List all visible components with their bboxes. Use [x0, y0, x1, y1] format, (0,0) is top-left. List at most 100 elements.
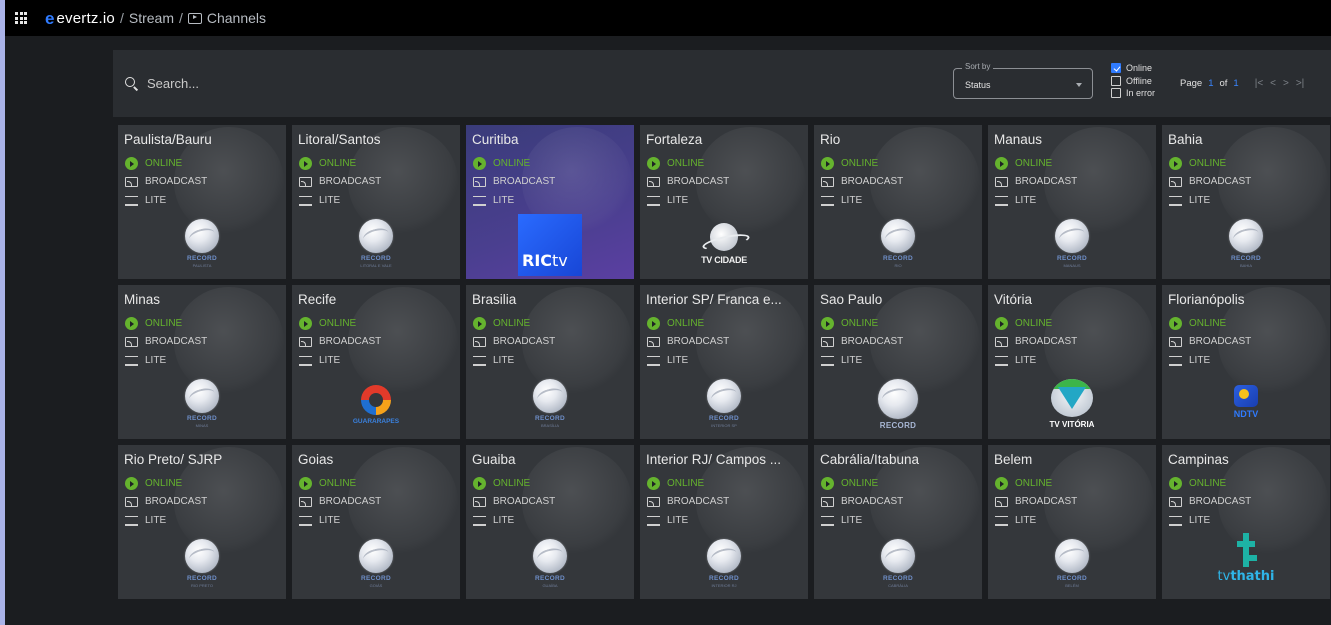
channel-card[interactable]: Litoral/Santos ONLINE BROADCAST LITE RECORD L…: [292, 125, 460, 279]
brand-name[interactable]: evertz.io: [56, 10, 115, 27]
offline-checkbox[interactable]: [1111, 75, 1121, 86]
chevron-down-icon: [1076, 83, 1082, 87]
channel-card[interactable]: Bahia ONLINE BROADCAST LITE RECORD BAHIA: [1162, 125, 1330, 279]
type-text: BROADCAST: [1189, 496, 1252, 507]
channel-card[interactable]: Interior RJ/ Campos ... ONLINE BROADCAST LI…: [640, 445, 808, 599]
cast-icon: [299, 496, 312, 507]
play-circle-icon[interactable]: [299, 317, 312, 330]
tier-text: LITE: [145, 195, 167, 206]
play-circle-icon[interactable]: [125, 477, 138, 490]
channel-card[interactable]: Rio Preto/ SJRP ONLINE BROADCAST LITE RECORD…: [118, 445, 286, 599]
tv-cidade-logo: TV CIDADE: [640, 223, 808, 265]
channel-card[interactable]: Minas ONLINE BROADCAST LITE RECORD MINAS: [118, 285, 286, 439]
tier-row: LITE: [821, 515, 862, 526]
play-circle-icon[interactable]: [647, 157, 660, 170]
play-circle-icon[interactable]: [299, 157, 312, 170]
channel-card[interactable]: Rio ONLINE BROADCAST LITE RECORD RIO: [814, 125, 982, 279]
channel-card[interactable]: Fortaleza ONLINE BROADCAST LITE TV CIDADE: [640, 125, 808, 279]
search-box[interactable]: [125, 76, 945, 91]
lines-icon: [1169, 195, 1182, 206]
type-text: BROADCAST: [1015, 336, 1078, 347]
tier-row: LITE: [821, 355, 862, 366]
play-circle-icon[interactable]: [821, 477, 834, 490]
status-text: ONLINE: [841, 158, 879, 169]
search-input[interactable]: [147, 76, 447, 91]
lines-icon: [647, 195, 660, 206]
channel-name: Florianópolis: [1168, 292, 1245, 307]
channel-card[interactable]: Campinas ONLINE BROADCAST LITE tvthathi: [1162, 445, 1330, 599]
sort-by-select[interactable]: Sort by Status: [953, 62, 1093, 99]
channel-card[interactable]: Sao Paulo ONLINE BROADCAST LITE RECORD: [814, 285, 982, 439]
evertz-logo-icon[interactable]: e: [45, 10, 54, 27]
channel-card[interactable]: Belem ONLINE BROADCAST LITE RECORD BELÉM: [988, 445, 1156, 599]
channel-card[interactable]: Paulista/Bauru ONLINE BROADCAST LITE RECORD P…: [118, 125, 286, 279]
channel-card[interactable]: Curitiba ONLINE BROADCAST LITE RICtv: [466, 125, 634, 279]
channel-card[interactable]: Florianópolis ONLINE BROADCAST LITE NDTV: [1162, 285, 1330, 439]
channel-card[interactable]: Guaiba ONLINE BROADCAST LITE RECORD GUAÍBA: [466, 445, 634, 599]
logo-text: RECORD: [535, 575, 565, 582]
play-circle-icon[interactable]: [995, 157, 1008, 170]
status-row: ONLINE: [299, 477, 356, 490]
play-circle-icon[interactable]: [1169, 317, 1182, 330]
breadcrumb-stream[interactable]: Stream: [129, 10, 174, 26]
logo-text: TV CIDADE: [701, 255, 747, 265]
channel-name: Campinas: [1168, 452, 1229, 467]
grid-menu-icon[interactable]: [15, 12, 27, 24]
channel-card[interactable]: Interior SP/ Franca e... ONLINE BROADCAST L…: [640, 285, 808, 439]
filter-offline[interactable]: Offline: [1111, 75, 1155, 87]
logo-subtext: RIO PRETO: [191, 583, 213, 588]
record-globe-icon: [1229, 219, 1263, 253]
play-circle-icon[interactable]: [821, 157, 834, 170]
channel-name: Litoral/Santos: [298, 132, 381, 147]
channel-card[interactable]: Manaus ONLINE BROADCAST LITE RECORD MANAUS: [988, 125, 1156, 279]
play-circle-icon[interactable]: [473, 317, 486, 330]
type-row: BROADCAST: [647, 336, 729, 347]
type-row: BROADCAST: [647, 176, 729, 187]
play-circle-icon[interactable]: [125, 157, 138, 170]
play-circle-icon[interactable]: [647, 317, 660, 330]
filter-online[interactable]: Online: [1111, 62, 1155, 74]
logo-subtext: INTERIOR SP: [711, 423, 737, 428]
play-circle-icon[interactable]: [995, 317, 1008, 330]
first-page-icon[interactable]: |<: [1255, 78, 1263, 89]
play-circle-icon[interactable]: [473, 477, 486, 490]
filter-in-error[interactable]: In error: [1111, 87, 1155, 99]
lines-icon: [995, 355, 1008, 366]
type-text: BROADCAST: [319, 496, 382, 507]
play-circle-icon[interactable]: [1169, 157, 1182, 170]
tier-row: LITE: [995, 515, 1036, 526]
tier-text: LITE: [841, 195, 863, 206]
play-circle-icon[interactable]: [1169, 477, 1182, 490]
prev-page-icon[interactable]: <: [1270, 78, 1276, 89]
play-circle-icon[interactable]: [995, 477, 1008, 490]
in-error-checkbox[interactable]: [1111, 88, 1121, 98]
channel-card[interactable]: Cabrália/Itabuna ONLINE BROADCAST LITE RECOR…: [814, 445, 982, 599]
channel-card[interactable]: Vitória ONLINE BROADCAST LITE TV VITÓRIA: [988, 285, 1156, 439]
play-circle-icon[interactable]: [125, 317, 138, 330]
type-row: BROADCAST: [473, 176, 555, 187]
status-text: ONLINE: [319, 478, 357, 489]
play-circle-icon[interactable]: [821, 317, 834, 330]
status-text: ONLINE: [493, 158, 531, 169]
channel-card[interactable]: Goias ONLINE BROADCAST LITE RECORD GOIÁS: [292, 445, 460, 599]
record-logo: RECORD MINAS: [118, 379, 286, 435]
play-circle-icon[interactable]: [647, 477, 660, 490]
record-logo: RECORD INTERIOR RJ: [640, 539, 808, 595]
type-text: BROADCAST: [493, 176, 556, 187]
logo-text: RECORD: [709, 415, 739, 422]
logo-text: RECORD: [879, 421, 917, 430]
play-circle-icon[interactable]: [299, 477, 312, 490]
online-checkbox[interactable]: [1111, 63, 1121, 73]
tv-thathi-logo: tvthathi: [1162, 533, 1330, 584]
lines-icon: [821, 195, 834, 206]
next-page-icon[interactable]: >: [1283, 78, 1289, 89]
status-text: ONLINE: [667, 158, 705, 169]
channel-card[interactable]: Brasilia ONLINE BROADCAST LITE RECORD BRASÍLI…: [466, 285, 634, 439]
tier-text: LITE: [319, 195, 341, 206]
last-page-icon[interactable]: >|: [1296, 78, 1304, 89]
of-word: of: [1219, 78, 1228, 89]
play-circle-icon[interactable]: [473, 157, 486, 170]
filter-label: Online: [1126, 63, 1153, 73]
channel-card[interactable]: Recife ONLINE BROADCAST LITE GUARARAPES: [292, 285, 460, 439]
tier-text: LITE: [319, 515, 341, 526]
